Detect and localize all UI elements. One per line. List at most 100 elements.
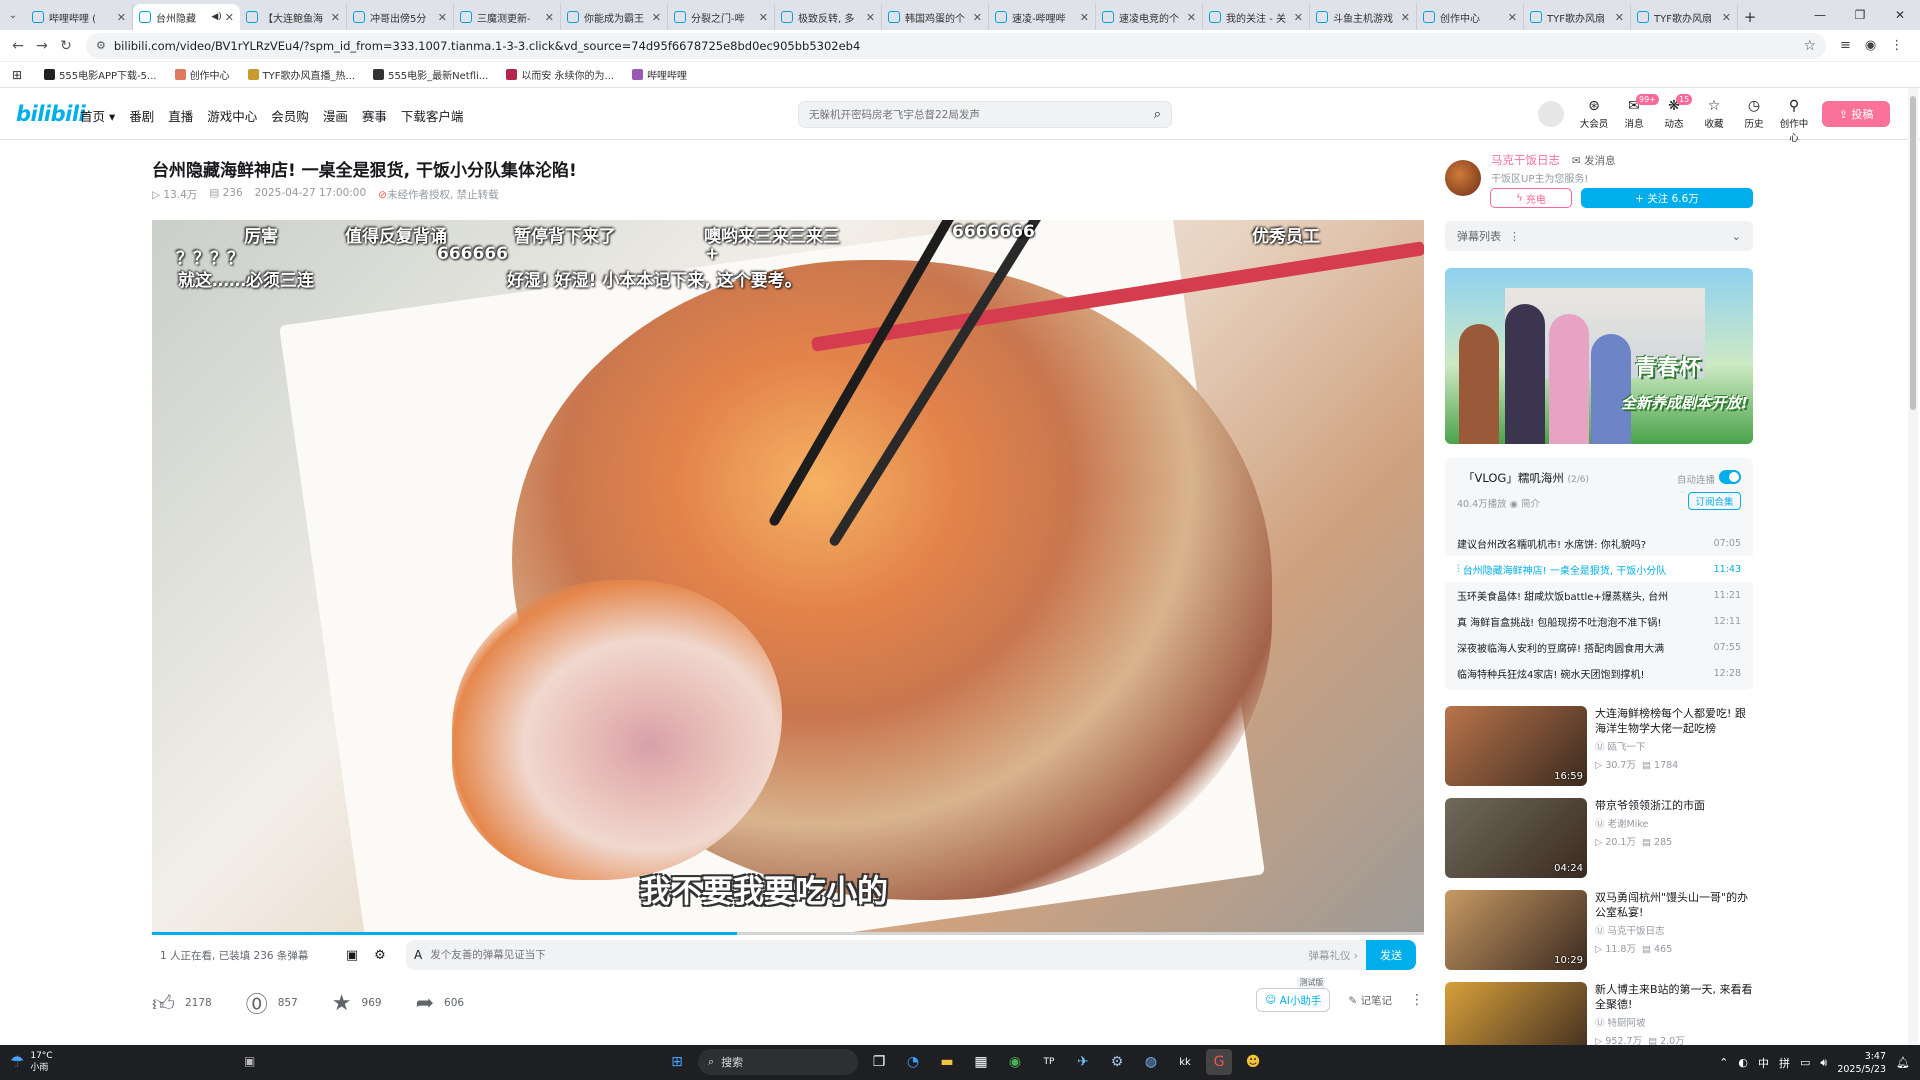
close-tab-icon[interactable]: ✕	[866, 11, 875, 24]
header-icon-item[interactable]: ☆ 收藏	[1698, 98, 1730, 144]
close-tab-icon[interactable]: ✕	[759, 11, 768, 24]
nav-item[interactable]: 游戏中心	[207, 106, 257, 125]
playlist-item[interactable]: 建议台州改名糯叽机市! 水席饼: 你礼貌吗? 07:05	[1445, 530, 1753, 556]
forward-icon[interactable]: →	[30, 38, 54, 54]
app-tp-icon[interactable]: TP	[1036, 1049, 1062, 1075]
bookmark-star-icon[interactable]: ☆	[1803, 38, 1816, 54]
header-icon-item[interactable]: ◷ 历史	[1738, 98, 1770, 144]
recommended-title[interactable]: 新人博主来B站的第一天, 来看看全聚德!	[1595, 982, 1753, 1012]
close-tab-icon[interactable]: ✕	[1722, 11, 1731, 24]
reload-icon[interactable]: ↻	[54, 38, 78, 54]
tray-app-icon[interactable]: ◐	[1738, 1056, 1748, 1069]
steam-icon[interactable]: ⚙	[1104, 1049, 1130, 1075]
ai-assistant-button[interactable]: 测试版 ☺ AI小助手	[1256, 977, 1331, 1012]
browser-tab[interactable]: 速凌-哔哩哔 ✕	[989, 4, 1096, 30]
header-icon-item[interactable]: ❋ 15 动态	[1658, 94, 1693, 144]
danmaku-send-button[interactable]: 发送	[1366, 940, 1416, 970]
browser-menu-icon[interactable]: ⋮	[1890, 38, 1903, 53]
nav-item[interactable]: 赛事	[362, 106, 387, 125]
page-scrollbar[interactable]	[1908, 88, 1918, 1045]
danmaku-toggle-icon[interactable]: ▣	[338, 948, 366, 963]
playlist-item[interactable]: ⫶ 台州隐藏海鲜神店! 一桌全是狠货, 干饭小分队 11:43	[1445, 556, 1753, 582]
video-progress-bar[interactable]	[152, 932, 1424, 935]
recommended-author[interactable]: Ⓤ 特厨阿坡	[1595, 1015, 1646, 1029]
browser-tab[interactable]: 极致反转, 多 ✕	[775, 4, 882, 30]
browser-tab[interactable]: 速凌电竞的个 ✕	[1096, 4, 1203, 30]
playlist-item[interactable]: 临海特种兵狂炫4家店! 碗水天团饱到撑机! 12:28	[1445, 660, 1753, 686]
close-tab-icon[interactable]: ✕	[973, 11, 982, 24]
browser-tab[interactable]: 哔哩哔哩 (✕	[26, 4, 133, 30]
back-icon[interactable]: ←	[6, 38, 30, 54]
recommended-author[interactable]: Ⓤ 老谢Mike	[1595, 816, 1648, 830]
recommended-thumbnail[interactable]: 10:29	[1445, 890, 1587, 970]
browser-tab[interactable]: 我的关注 - 关 ✕	[1203, 4, 1310, 30]
close-tab-icon[interactable]: ✕	[652, 11, 661, 24]
close-tab-icon[interactable]: ✕	[225, 11, 234, 24]
close-tab-icon[interactable]: ✕	[117, 11, 126, 24]
close-tab-icon[interactable]: ✕	[438, 11, 447, 24]
bookmark-item[interactable]: 555电影_最新Netfli...	[373, 67, 488, 82]
autoplay-toggle[interactable]	[1719, 470, 1741, 484]
bookmark-item[interactable]: 555电影APP下载-5...	[44, 67, 157, 82]
nav-item[interactable]: 首页 ▾	[80, 106, 115, 125]
scrollbar-thumb[interactable]	[1910, 96, 1916, 410]
search-icon[interactable]: ⌕	[1154, 107, 1161, 122]
take-note-button[interactable]: ✎ 记笔记	[1348, 993, 1392, 1008]
taskbar-search[interactable]: ⌕ 搜索	[698, 1049, 858, 1075]
recommended-author[interactable]: Ⓤ 马克干饭日志	[1595, 923, 1665, 937]
subscribe-collection-button[interactable]: 订阅合集	[1688, 492, 1741, 510]
recommended-video[interactable]: 04:24 带京爷领领浙江的市面 Ⓤ 老谢Mike ▷ 20.1万 ▤ 285	[1445, 798, 1753, 878]
profile-icon[interactable]: ◉	[1865, 38, 1876, 53]
browser-tab[interactable]: TYF歌办风扇 ✕	[1524, 4, 1631, 30]
browser-tab[interactable]: 冲哥出傍5分 ✕	[347, 4, 454, 30]
bookmark-item[interactable]: TYF歌办风直播_热...	[247, 67, 355, 82]
bookmark-item[interactable]: 哔哩哔哩	[632, 67, 687, 82]
weather-widget[interactable]: ☂ 17°C 小雨	[10, 1050, 53, 1074]
up-name[interactable]: 马克干饭日志	[1491, 152, 1560, 168]
browser-tab[interactable]: 创作中心 ✕	[1417, 4, 1524, 30]
site-info-icon[interactable]: ⚙	[96, 39, 106, 52]
header-icon-item[interactable]: ⊛ 大会员	[1578, 98, 1610, 144]
audio-playing-icon[interactable]: ◀)	[211, 12, 221, 22]
recommended-author[interactable]: Ⓤ 瓯飞一下	[1595, 739, 1646, 753]
browser-tab[interactable]: 分裂之门-哔 ✕	[668, 4, 775, 30]
ime-mode-indicator[interactable]: 拼	[1779, 1055, 1790, 1071]
nav-item[interactable]: 直播	[168, 106, 193, 125]
close-tab-icon[interactable]: ✕	[1080, 11, 1089, 24]
close-tab-icon[interactable]: ✕	[1508, 11, 1517, 24]
playlist-item[interactable]: 深夜被临海人安利的豆腐碎! 搭配肉圆食用大满 07:55	[1445, 634, 1753, 660]
upload-button[interactable]: ⇪ 投稿	[1822, 101, 1890, 127]
recommended-title[interactable]: 带京爷领领浙江的市面	[1595, 798, 1753, 813]
recommended-title[interactable]: 双马勇闯杭州"馒头山一哥"的办公室私宴!	[1595, 890, 1753, 920]
recommended-thumbnail[interactable]: 04:24	[1445, 798, 1587, 878]
danmaku-list-toggle[interactable]: 弹幕列表 ⋮ ⌄	[1445, 221, 1753, 251]
notification-bell-icon[interactable]: 🔔︎	[1896, 1056, 1910, 1069]
recommended-title[interactable]: 大连海鲜榜榜每个人都爱吃! 跟海洋生物学大佬一起吃榜	[1595, 706, 1753, 736]
chrome-icon[interactable]: ◉	[1002, 1049, 1028, 1075]
up-avatar[interactable]	[1445, 160, 1481, 196]
task-view-icon[interactable]: ❐	[866, 1049, 892, 1075]
minimize-button[interactable]: —	[1800, 0, 1840, 30]
media-control-icon[interactable]: ≡	[1840, 38, 1851, 53]
app-blue-icon[interactable]: ◍	[1138, 1049, 1164, 1075]
user-avatar[interactable]	[1538, 101, 1564, 127]
header-icon-item[interactable]: ⚲ 创作中心	[1778, 98, 1810, 144]
bilibili-logo[interactable]: bilibili	[16, 102, 86, 126]
network-icon[interactable]: ▭	[1800, 1056, 1810, 1069]
app-g-icon[interactable]: G	[1206, 1049, 1232, 1075]
new-tab-button[interactable]: +	[1738, 4, 1762, 30]
send-message-link[interactable]: ✉ 发消息	[1572, 153, 1616, 168]
nav-item[interactable]: 番剧	[129, 106, 154, 125]
playlist-item[interactable]: 玉环美食晶体! 甜咸炊饭battle+爆蒸糕头, 台州 11:21	[1445, 582, 1753, 608]
ad-banner[interactable]: 青春杯 全新养成剧本开放!	[1445, 268, 1753, 444]
share-button[interactable]: ➦ 606	[416, 991, 464, 1016]
danmaku-list-more-icon[interactable]: ⋮	[1509, 230, 1520, 243]
danmaku-etiquette-link[interactable]: 弹幕礼仪 ›	[1308, 948, 1358, 963]
close-tab-icon[interactable]: ✕	[1187, 11, 1196, 24]
playlist-title[interactable]: 「VLOG」糯叽海州 (2/6)	[1463, 470, 1589, 486]
close-tab-icon[interactable]: ✕	[1294, 11, 1303, 24]
danmaku-style-icon[interactable]: A	[414, 948, 422, 962]
browser-tab[interactable]: TYF歌办风扇 ✕	[1631, 4, 1738, 30]
ime-indicator[interactable]: 中	[1758, 1055, 1769, 1071]
follow-button[interactable]: + 关注 6.6万	[1581, 188, 1753, 208]
